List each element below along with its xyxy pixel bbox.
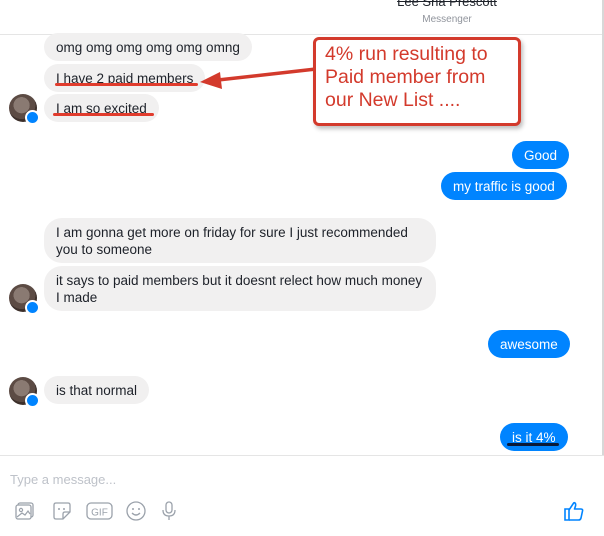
sticker-icon[interactable] bbox=[49, 498, 75, 524]
contact-avatar[interactable] bbox=[9, 377, 40, 408]
message-bubble-incoming[interactable]: I have 2 paid members bbox=[44, 64, 206, 92]
message-bubble-incoming[interactable]: omg omg omg omg omg omng bbox=[44, 33, 252, 61]
messenger-badge-icon bbox=[25, 300, 40, 315]
annotation-callout: 4% run resulting to Paid member from our… bbox=[313, 37, 521, 126]
message-bubble-incoming[interactable]: it says to paid members but it doesnt re… bbox=[44, 266, 436, 311]
message-bubble-outgoing[interactable]: my traffic is good bbox=[441, 172, 567, 200]
annotation-text: 4% run resulting to Paid member from our… bbox=[325, 43, 488, 111]
messenger-badge-icon bbox=[25, 110, 40, 125]
contact-name[interactable]: Lee Sha Prescott bbox=[0, 0, 604, 9]
highlight-underline bbox=[55, 83, 198, 86]
highlight-underline bbox=[53, 113, 154, 116]
thumbs-up-icon[interactable] bbox=[561, 498, 587, 524]
message-bubble-outgoing[interactable]: is it 4% bbox=[500, 423, 568, 451]
conversation-header: Lee Sha Prescott Messenger bbox=[0, 0, 604, 35]
contact-avatar[interactable] bbox=[9, 94, 40, 125]
photo-icon[interactable] bbox=[12, 498, 38, 524]
message-bubble-incoming[interactable]: is that normal bbox=[44, 376, 150, 404]
header-subtitle: Messenger bbox=[422, 14, 472, 25]
microphone-icon[interactable] bbox=[158, 498, 180, 524]
message-bubble-outgoing[interactable]: awesome bbox=[488, 330, 570, 358]
message-bubble-outgoing[interactable]: Good bbox=[512, 141, 570, 169]
message-input[interactable] bbox=[8, 468, 512, 490]
emoji-icon[interactable] bbox=[123, 498, 149, 524]
gif-label: GIF bbox=[91, 508, 108, 519]
highlight-underline bbox=[507, 443, 559, 446]
annotation-arrow bbox=[200, 67, 317, 89]
messenger-window: Lee Sha Prescott Messenger omg omg omg o… bbox=[0, 0, 604, 536]
message-composer: GIF bbox=[0, 455, 604, 536]
contact-avatar[interactable] bbox=[9, 284, 40, 315]
message-bubble-incoming[interactable]: I am gonna get more on friday for sure I… bbox=[44, 218, 436, 263]
messenger-badge-icon bbox=[25, 393, 40, 408]
gif-icon[interactable]: GIF bbox=[85, 498, 113, 524]
message-bubble-incoming[interactable]: I am so excited bbox=[44, 94, 159, 122]
